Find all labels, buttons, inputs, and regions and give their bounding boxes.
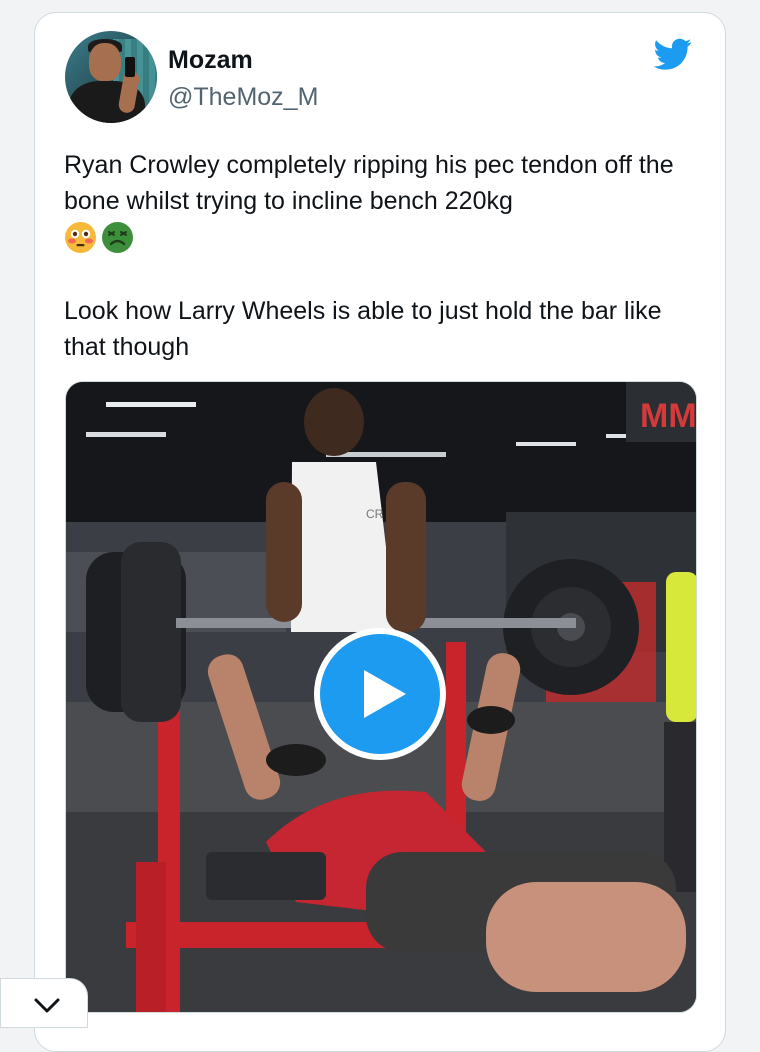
- tweet-text-paragraph-2: Look how Larry Wheels is able to just ho…: [64, 297, 662, 361]
- author-name[interactable]: Mozam: [168, 46, 253, 75]
- video-player[interactable]: MM CR: [65, 381, 697, 1013]
- author-handle[interactable]: @TheMoz_M: [168, 83, 318, 112]
- shirt-logo: CR: [366, 507, 384, 521]
- chevron-down-icon: [34, 998, 60, 1013]
- tweet-card[interactable]: Mozam @TheMoz_M Ryan Crowley completely …: [34, 12, 726, 1052]
- emoji-row: [64, 221, 134, 254]
- tweet-text-paragraph-1: Ryan Crowley completely ripping his pec …: [64, 151, 674, 215]
- play-button[interactable]: [314, 628, 446, 760]
- flushed-face-emoji: [65, 222, 96, 253]
- twitter-bird-icon[interactable]: [651, 35, 695, 73]
- avatar[interactable]: [65, 31, 157, 123]
- collapse-button[interactable]: [0, 978, 88, 1028]
- play-icon: [364, 670, 406, 718]
- nauseated-face-emoji: [102, 222, 133, 253]
- gym-sign: MM: [640, 397, 697, 435]
